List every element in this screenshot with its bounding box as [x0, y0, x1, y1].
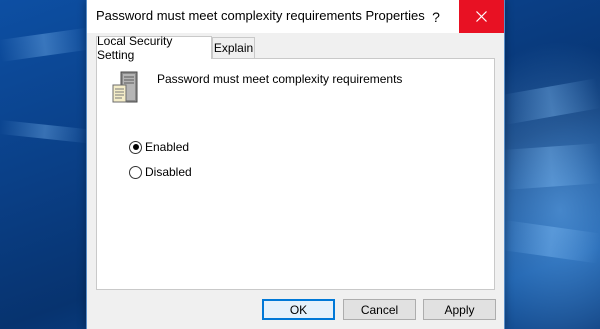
radio-disabled[interactable]: Disabled	[129, 164, 192, 180]
close-icon	[476, 11, 487, 22]
title-bar[interactable]: Password must meet complexity requiremen…	[87, 0, 504, 33]
tab-panel-local-security-setting: Password must meet complexity requiremen…	[96, 58, 495, 290]
cancel-button[interactable]: Cancel	[343, 299, 416, 320]
tab-label: Local Security Setting	[97, 34, 173, 62]
close-button[interactable]	[459, 0, 504, 33]
wallpaper-light-ray	[0, 27, 91, 62]
wallpaper-light-ray	[0, 120, 91, 144]
radio-label-enabled: Enabled	[145, 140, 190, 154]
properties-dialog: Password must meet complexity requiremen…	[86, 0, 505, 329]
tab-local-security-setting[interactable]: Local Security Setting	[96, 34, 212, 62]
tab-explain[interactable]: Explain	[212, 37, 255, 58]
radio-enabled[interactable]: Enabled	[129, 139, 189, 155]
tab-label: Explain	[213, 41, 254, 55]
policy-name: Password must meet complexity requiremen…	[157, 72, 403, 86]
ok-button[interactable]: OK	[262, 299, 335, 320]
radio-button-enabled[interactable]	[129, 140, 142, 154]
apply-button[interactable]: Apply	[423, 299, 496, 320]
radio-button-disabled[interactable]	[129, 165, 142, 179]
wallpaper-light-ray	[500, 78, 600, 125]
wallpaper-light-ray	[500, 220, 600, 264]
help-icon: ?	[432, 8, 440, 25]
window-title: Password must meet complexity requiremen…	[96, 8, 425, 23]
server-policy-icon	[112, 71, 138, 103]
help-button[interactable]: ?	[413, 0, 459, 33]
wallpaper-light-ray	[501, 143, 600, 190]
radio-label-disabled: Disabled	[145, 165, 192, 179]
